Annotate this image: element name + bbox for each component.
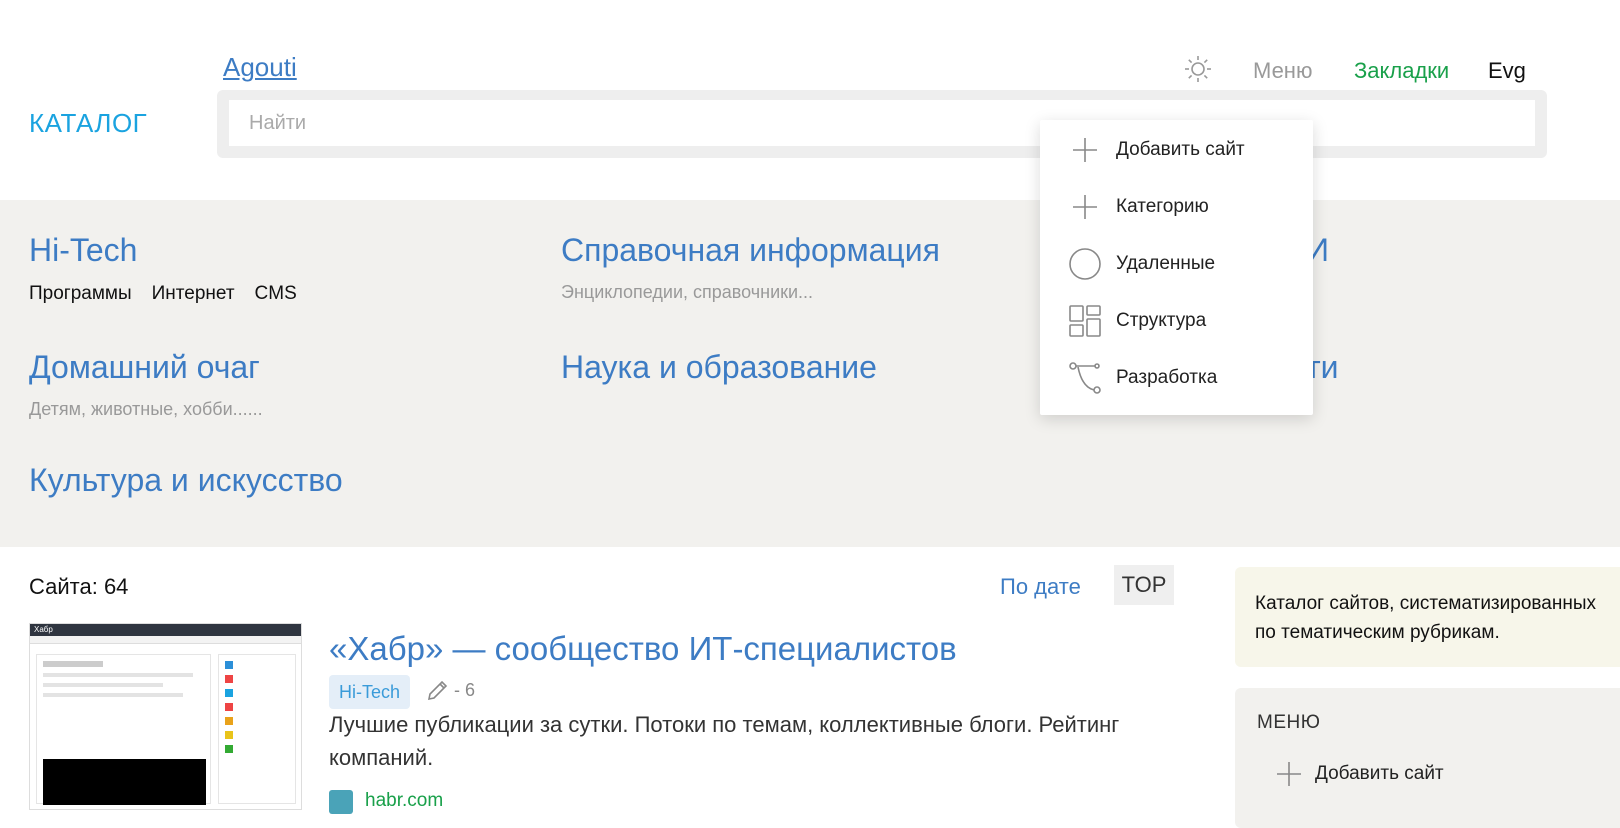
dropdown-add-category[interactable]: Категорию <box>1068 187 1308 227</box>
sidebar-menu: МЕНЮ Добавить сайт <box>1235 688 1620 828</box>
site-description: Лучшие публикации за сутки. Потоки по те… <box>329 712 1120 770</box>
subcategory-cms[interactable]: CMS <box>255 283 297 304</box>
plus-icon <box>1068 190 1102 224</box>
dropdown-item-label: Удаленные <box>1116 253 1216 274</box>
dropdown-item-label: Разработка <box>1116 367 1218 388</box>
nav-user[interactable]: Evg <box>1488 58 1526 84</box>
sort-by-date[interactable]: По дате <box>1000 574 1081 600</box>
add-dropdown-menu: Добавить сайт Категорию Удаленные Структ… <box>1040 120 1313 415</box>
sort-top[interactable]: TOP <box>1114 565 1174 605</box>
category-tag[interactable]: Hi-Tech <box>329 675 411 709</box>
category-science[interactable]: Наука и образование <box>561 349 877 386</box>
sidebar-add-site-label: Добавить сайт <box>1315 763 1444 784</box>
search-input[interactable] <box>229 100 1535 146</box>
edit-count: - 6 <box>454 680 476 700</box>
breadcrumb-link[interactable]: Agouti <box>223 52 297 83</box>
sun-icon[interactable] <box>1183 54 1213 84</box>
site-count: Сайта: 64 <box>29 574 129 599</box>
category-reference-subtitle: Энциклопедии, справочники... <box>561 282 814 302</box>
search-bar <box>217 90 1547 158</box>
dropdown-item-label: Категорию <box>1116 196 1209 217</box>
dropdown-development[interactable]: Разработка <box>1068 358 1308 398</box>
category-home[interactable]: Домашний очаг <box>29 349 260 386</box>
layout-icon <box>1068 304 1102 338</box>
dropdown-structure[interactable]: Структура <box>1068 301 1308 341</box>
category-culture[interactable]: Культура и искусство <box>29 462 343 499</box>
dropdown-item-label: Структура <box>1116 310 1207 331</box>
site-thumbnail[interactable]: Хабр <box>29 623 302 810</box>
bezier-icon <box>1068 361 1102 395</box>
dropdown-add-site[interactable]: Добавить сайт <box>1068 130 1308 170</box>
nav-bookmarks[interactable]: Закладки <box>1354 58 1449 84</box>
header: Agouti КАТАЛОГ Меню Закладки Evg <box>0 0 1620 200</box>
subcategory-programs[interactable]: Программы <box>29 283 132 304</box>
sidebar-add-site[interactable]: Добавить сайт <box>1275 760 1444 788</box>
site-url[interactable]: habr.com <box>365 790 443 812</box>
favicon-icon <box>329 790 353 814</box>
catalog-info-box: Каталог сайтов, систематизированных по т… <box>1235 567 1620 667</box>
category-reference[interactable]: Справочная информация <box>561 232 940 269</box>
category-hi-tech-links: Программы Интернет CMS <box>29 283 317 305</box>
dropdown-deleted[interactable]: Удаленные <box>1068 244 1308 284</box>
category-hi-tech[interactable]: Hi-Tech <box>29 232 137 269</box>
plus-icon <box>1277 762 1301 786</box>
sidebar-menu-heading: МЕНЮ <box>1257 712 1321 733</box>
categories-panel: Hi-Tech Программы Интернет CMS Справочная … <box>0 200 1620 547</box>
circle-icon <box>1068 247 1102 281</box>
subcategory-internet[interactable]: Интернет <box>152 283 235 304</box>
dropdown-item-label: Добавить сайт <box>1116 139 1245 160</box>
thumbnail-header: Хабр <box>30 624 301 636</box>
category-home-subtitle: Детям, животные, хобби...... <box>29 399 263 419</box>
plus-icon <box>1068 133 1102 167</box>
pencil-icon[interactable] <box>426 678 450 702</box>
nav-menu[interactable]: Меню <box>1253 58 1312 84</box>
site-title-link[interactable]: «Хабр» — сообщество ИТ-специалистов <box>329 630 957 668</box>
logo[interactable]: КАТАЛОГ <box>29 108 147 139</box>
